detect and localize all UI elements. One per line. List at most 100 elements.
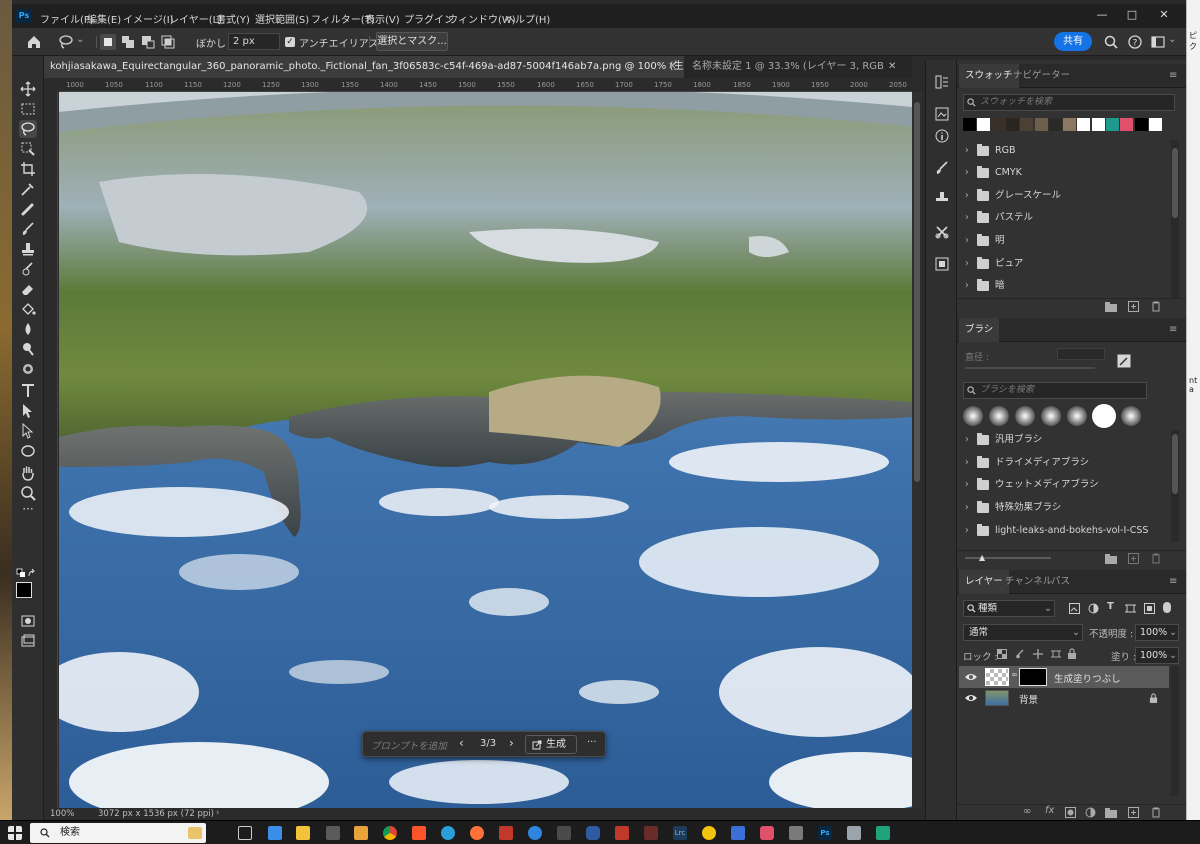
- tab-brushes[interactable]: ブラシ: [959, 318, 1000, 342]
- maximize-icon[interactable]: □: [1122, 8, 1142, 22]
- link-icon[interactable]: ∞: [1011, 670, 1018, 679]
- chevron-down-icon[interactable]: ⌄: [76, 34, 84, 45]
- menu-edit[interactable]: 編集(E): [87, 11, 121, 26]
- scrollbar-thumb[interactable]: [914, 102, 920, 482]
- menu-plugins[interactable]: プラグイン: [404, 11, 454, 26]
- brush-settings-icon[interactable]: [934, 160, 950, 176]
- layers-scrollbar[interactable]: [1171, 666, 1179, 796]
- taskbar-app-icon[interactable]: [586, 826, 600, 840]
- eraser-tool-icon[interactable]: [19, 280, 37, 298]
- lock-all-icon[interactable]: [1067, 648, 1077, 659]
- swatch-group[interactable]: › グレースケール: [961, 185, 1171, 207]
- layer-mask-thumbnail[interactable]: [1019, 668, 1047, 686]
- lock-position-icon[interactable]: [1033, 649, 1043, 659]
- new-selection-icon[interactable]: [100, 34, 116, 50]
- next-variation-icon[interactable]: ›: [509, 736, 514, 750]
- clone-stamp-tool-icon[interactable]: [19, 240, 37, 258]
- new-adjustment-layer-icon[interactable]: [1085, 807, 1096, 818]
- more-options-icon[interactable]: ···: [587, 737, 597, 748]
- layer-thumbnail[interactable]: [985, 668, 1009, 686]
- intersect-selection-icon[interactable]: [160, 34, 176, 50]
- chrome-icon[interactable]: [383, 826, 397, 840]
- color-swatch[interactable]: [963, 118, 976, 131]
- workspace-icon[interactable]: [1150, 34, 1166, 50]
- taskbar-search-box[interactable]: 検索: [30, 823, 206, 843]
- screen-mode-icon[interactable]: [19, 632, 37, 650]
- quick-mask-icon[interactable]: [19, 612, 37, 630]
- brush-tool-icon[interactable]: [19, 220, 37, 238]
- filter-smart-object-icon[interactable]: [1144, 603, 1155, 614]
- move-tool-icon[interactable]: [19, 80, 37, 98]
- minimize-icon[interactable]: —: [1092, 8, 1112, 22]
- brush-preset[interactable]: [1092, 404, 1116, 428]
- filter-toggle[interactable]: [1163, 602, 1171, 613]
- eyedropper-tool-icon[interactable]: [19, 180, 37, 198]
- swatch-group[interactable]: › 明: [961, 230, 1171, 252]
- blur-tool-icon[interactable]: [19, 320, 37, 338]
- color-swatch[interactable]: [1005, 118, 1019, 131]
- swatch-group[interactable]: › RGB: [961, 140, 1171, 162]
- tab-active-document[interactable]: kohjiasakawa_Equirectangular_360_panoram…: [44, 56, 684, 78]
- antialias-checkbox[interactable]: ✓: [285, 37, 295, 47]
- brush-size-slider[interactable]: [965, 367, 1095, 369]
- filter-pixel-layer-icon[interactable]: [1069, 603, 1080, 614]
- taskbar-app-icon[interactable]: [268, 826, 282, 840]
- swatch-group[interactable]: › CMYK: [961, 162, 1171, 184]
- select-and-mask-button[interactable]: 選択とマスク...: [376, 32, 448, 51]
- properties-icon[interactable]: [934, 106, 950, 122]
- visibility-eye-icon[interactable]: [965, 692, 977, 704]
- adjustments-icon[interactable]: [934, 256, 950, 272]
- crop-tool-icon[interactable]: [19, 160, 37, 178]
- swatches-scrollbar[interactable]: [1171, 140, 1179, 298]
- firefox-icon[interactable]: [470, 826, 484, 840]
- lock-image-pixels-icon[interactable]: [1015, 649, 1025, 659]
- previous-variation-icon[interactable]: ‹: [459, 736, 464, 750]
- type-tool-icon[interactable]: [19, 382, 37, 400]
- edge-icon[interactable]: [441, 826, 455, 840]
- clone-source-icon[interactable]: [934, 190, 950, 206]
- tab-paths[interactable]: パス: [1045, 570, 1076, 594]
- taskbar-app-icon[interactable]: [557, 826, 571, 840]
- swatch-group[interactable]: › 暗: [961, 275, 1171, 297]
- color-swatch[interactable]: [1063, 118, 1077, 131]
- menu-image[interactable]: イメージ(I): [123, 11, 174, 26]
- close-tab-icon[interactable]: ✕: [888, 56, 896, 78]
- menu-help[interactable]: ヘルプ(H): [505, 11, 550, 26]
- history-brush-tool-icon[interactable]: [19, 260, 37, 278]
- filezilla-icon[interactable]: [499, 826, 513, 840]
- help-icon[interactable]: ?: [1127, 34, 1143, 50]
- delete-icon[interactable]: [1151, 301, 1161, 312]
- brush-search-input[interactable]: ブラシを検索: [963, 382, 1147, 399]
- close-tab-icon[interactable]: ✕: [668, 56, 676, 78]
- brush-group[interactable]: › 特殊効果ブラシ: [961, 497, 1171, 519]
- delete-icon[interactable]: [1151, 553, 1161, 564]
- taskbar-app-icon[interactable]: [528, 826, 542, 840]
- new-brush-icon[interactable]: [1128, 553, 1139, 564]
- brush-preview-size-slider[interactable]: [965, 557, 1051, 559]
- color-swatch[interactable]: [1091, 118, 1105, 131]
- brush-group[interactable]: › light-leaks-and-bokehs-vol-I-CSS: [961, 520, 1171, 542]
- info-icon[interactable]: [934, 128, 950, 144]
- tool-presets-icon[interactable]: [934, 224, 950, 240]
- search-icon[interactable]: [1103, 34, 1119, 50]
- new-group-icon[interactable]: [1105, 554, 1117, 564]
- filter-type-layer-icon[interactable]: T: [1107, 601, 1114, 612]
- layer-style-icon[interactable]: fx: [1045, 805, 1054, 816]
- brush-preset[interactable]: [1067, 406, 1087, 426]
- chevron-down-icon[interactable]: ⌄: [1168, 34, 1176, 45]
- chevron-right-icon[interactable]: ›: [216, 808, 219, 818]
- taskbar-app-icon[interactable]: [876, 826, 890, 840]
- lock-artboard-icon[interactable]: [1051, 649, 1061, 659]
- swatch-group[interactable]: › パステル: [961, 207, 1171, 229]
- brush-preset[interactable]: [963, 406, 983, 426]
- new-group-icon[interactable]: [1105, 302, 1117, 312]
- color-swatch[interactable]: [1120, 118, 1134, 131]
- delete-icon[interactable]: [1151, 807, 1161, 818]
- create-brush-icon[interactable]: [1117, 354, 1131, 368]
- zoom-tool-icon[interactable]: [19, 484, 37, 502]
- color-swatch[interactable]: [991, 118, 1005, 131]
- subtract-from-selection-icon[interactable]: [140, 34, 156, 50]
- canvas-vertical-scrollbar[interactable]: [912, 92, 922, 808]
- tab-untitled-document[interactable]: 名称未設定 1 @ 33.3% (レイヤー 3, RGB/8#) *: [686, 56, 884, 78]
- menu-select[interactable]: 選択範囲(S): [255, 11, 309, 26]
